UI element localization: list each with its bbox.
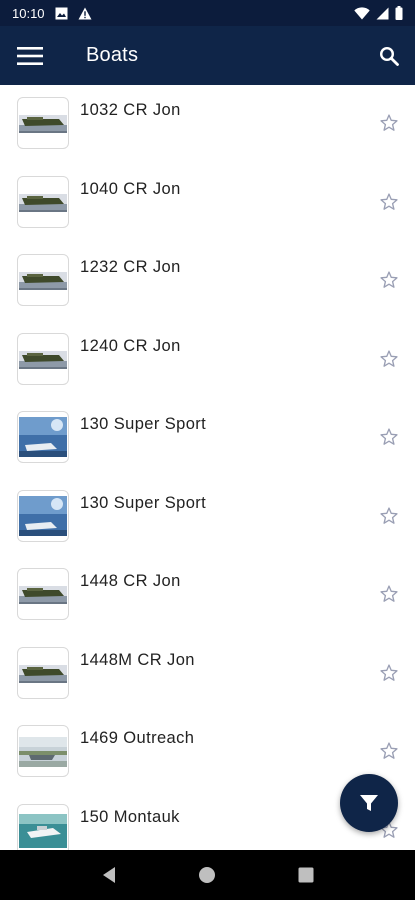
search-icon bbox=[379, 46, 399, 66]
status-bar: 10:10 bbox=[0, 0, 415, 26]
status-left: 10:10 bbox=[12, 6, 92, 21]
boat-list-item[interactable]: 1448 CR Jon bbox=[0, 556, 415, 635]
boat-list-item[interactable]: 130 Super Sport bbox=[0, 478, 415, 557]
status-right bbox=[354, 6, 403, 20]
boat-thumbnail bbox=[17, 97, 69, 149]
hamburger-menu-icon bbox=[17, 46, 43, 65]
boat-thumbnail bbox=[17, 725, 69, 777]
favorite-star-icon[interactable] bbox=[379, 741, 399, 761]
back-icon bbox=[103, 867, 116, 883]
home-icon bbox=[199, 867, 216, 883]
photo-icon bbox=[55, 7, 68, 20]
warning-icon bbox=[78, 7, 92, 20]
recents-button[interactable] bbox=[286, 855, 326, 895]
home-button[interactable] bbox=[187, 855, 227, 895]
boat-thumbnail bbox=[17, 568, 69, 620]
boat-list-item[interactable]: 130 Super Sport bbox=[0, 399, 415, 478]
boat-list-item[interactable]: 1448M CR Jon bbox=[0, 635, 415, 714]
favorite-star-icon[interactable] bbox=[379, 192, 399, 212]
favorite-star-icon[interactable] bbox=[379, 113, 399, 133]
boat-name: 150 Montauk bbox=[80, 807, 180, 826]
favorite-star-icon[interactable] bbox=[379, 349, 399, 369]
favorite-star-icon[interactable] bbox=[379, 663, 399, 683]
battery-icon bbox=[395, 6, 403, 20]
favorite-star-icon[interactable] bbox=[379, 584, 399, 604]
menu-button[interactable] bbox=[0, 26, 60, 85]
boat-name: 1448M CR Jon bbox=[80, 650, 195, 669]
boat-list-item[interactable]: 1240 CR Jon bbox=[0, 321, 415, 400]
boat-thumbnail bbox=[17, 803, 69, 850]
favorite-star-icon[interactable] bbox=[379, 270, 399, 290]
boat-list-item[interactable]: 1032 CR Jon bbox=[0, 85, 415, 164]
favorite-star-icon[interactable] bbox=[379, 506, 399, 526]
recents-icon bbox=[298, 867, 314, 883]
signal-icon bbox=[376, 7, 389, 20]
boat-thumbnail bbox=[17, 411, 69, 463]
boat-list-item[interactable]: 1232 CR Jon bbox=[0, 242, 415, 321]
boat-name: 1469 Outreach bbox=[80, 729, 195, 747]
boat-name: 1032 CR Jon bbox=[80, 101, 181, 119]
boat-name: 1232 CR Jon bbox=[80, 258, 181, 276]
boat-list-item[interactable]: 1040 CR Jon bbox=[0, 164, 415, 243]
boat-name: 130 Super Sport bbox=[80, 415, 207, 433]
boat-name: 1240 CR Jon bbox=[80, 336, 181, 355]
boat-thumbnail bbox=[17, 489, 69, 542]
boat-name: 1448 CR Jon bbox=[80, 572, 181, 590]
app-bar: Boats bbox=[0, 26, 415, 85]
page-title: Boats bbox=[86, 44, 139, 66]
system-nav-bar bbox=[0, 850, 415, 900]
wifi-icon bbox=[354, 6, 370, 20]
search-button[interactable] bbox=[363, 26, 415, 85]
status-time: 10:10 bbox=[12, 5, 45, 21]
favorite-star-icon[interactable] bbox=[379, 427, 399, 447]
filter-button[interactable] bbox=[340, 774, 398, 832]
back-button[interactable] bbox=[89, 855, 129, 895]
boat-thumbnail bbox=[17, 332, 69, 385]
boat-thumbnail bbox=[17, 254, 69, 306]
boat-name: 130 Super Sport bbox=[80, 493, 207, 512]
boat-list: 1032 CR Jon 1040 CR Jon 1232 CR Jon 1240 CR… bbox=[0, 85, 415, 850]
filter-icon bbox=[360, 795, 378, 811]
boat-name: 1040 CR Jon bbox=[80, 179, 181, 198]
boat-thumbnail bbox=[17, 175, 69, 228]
boat-thumbnail bbox=[17, 646, 69, 699]
